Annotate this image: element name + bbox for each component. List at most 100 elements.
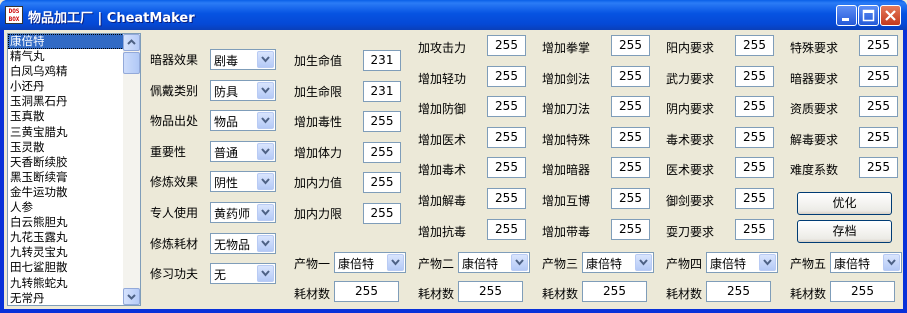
dropdown-arrow-icon: [887, 259, 896, 266]
list-item[interactable]: 人参: [8, 200, 124, 215]
scroll-up-button[interactable]: [123, 34, 140, 51]
col3-input-0[interactable]: 255: [487, 35, 526, 56]
dosbox-icon: DOS BOX: [5, 6, 23, 24]
list-item[interactable]: 小还丹: [8, 79, 124, 94]
list-item[interactable]: 精气丸: [8, 49, 124, 64]
col2-input-4[interactable]: 255: [363, 172, 401, 194]
list-item[interactable]: 白云熊胆丸: [8, 215, 124, 230]
col1-select-0-arrow[interactable]: [257, 51, 274, 68]
col6-input-3[interactable]: 255: [859, 126, 898, 148]
close-button[interactable]: [880, 5, 901, 26]
col6-input-2[interactable]: 255: [859, 96, 898, 118]
col4-input-4[interactable]: 255: [611, 157, 650, 179]
product-select-1-value: 康倍特: [462, 257, 499, 271]
col3-input-1[interactable]: 255: [487, 65, 526, 87]
col3-input-4[interactable]: 255: [487, 157, 526, 179]
list-item[interactable]: 三黄宝腊丸: [8, 125, 124, 140]
product-select-0-arrow[interactable]: [387, 254, 404, 271]
save-button[interactable]: 存档: [797, 220, 892, 243]
optimize-button[interactable]: 优化: [797, 192, 892, 215]
dropdown-arrow-icon: [261, 178, 270, 185]
list-item[interactable]: 白凤乌鸡精: [8, 64, 124, 79]
col5-input-0[interactable]: 255: [735, 35, 774, 56]
list-item[interactable]: 九转熊蛇丸: [8, 276, 124, 291]
col1-label-6: 修炼耗材: [150, 236, 199, 251]
product-select-4-arrow[interactable]: [883, 254, 900, 271]
col1-select-3-arrow[interactable]: [257, 142, 274, 160]
list-item[interactable]: 玉真散: [8, 109, 124, 124]
col5-input-3[interactable]: 255: [735, 126, 774, 148]
col1-select-4[interactable]: 阴性: [210, 171, 276, 193]
product-select-3-arrow[interactable]: [759, 254, 776, 271]
list-item[interactable]: 天香断续胶: [8, 155, 124, 170]
col4-input-2[interactable]: 255: [611, 96, 650, 118]
product-select-0[interactable]: 康倍特: [334, 252, 406, 273]
scroll-thumb[interactable]: [123, 52, 140, 74]
product-cost-input-3[interactable]: 255: [706, 281, 771, 302]
col1-select-4-arrow[interactable]: [257, 173, 274, 191]
col4-label-5: 增加互博: [542, 194, 591, 208]
col1-select-7[interactable]: 无: [210, 263, 276, 285]
col5-input-2[interactable]: 255: [735, 96, 774, 118]
col5-input-1[interactable]: 255: [735, 65, 774, 87]
product-cost-input-2[interactable]: 255: [582, 281, 647, 302]
product-select-3[interactable]: 康倍特: [706, 252, 778, 273]
col2-input-2[interactable]: 255: [363, 111, 401, 133]
col4-input-0[interactable]: 255: [611, 35, 650, 56]
product-cost-input-4[interactable]: 255: [830, 281, 895, 302]
col6-input-0[interactable]: 255: [859, 35, 898, 56]
col6-input-1[interactable]: 255: [859, 65, 898, 87]
col1-select-2[interactable]: 物品: [210, 110, 276, 132]
list-item[interactable]: 康倍特: [8, 34, 124, 50]
list-item[interactable]: 金牛运功散: [8, 185, 124, 200]
list-item[interactable]: 九转灵宝丸: [8, 245, 124, 260]
product-select-1[interactable]: 康倍特: [458, 252, 530, 273]
list-item[interactable]: 玉洞黑石丹: [8, 94, 124, 109]
col1-select-3[interactable]: 普通: [210, 140, 276, 162]
product-select-1-arrow[interactable]: [511, 254, 528, 271]
col1-select-1-arrow[interactable]: [257, 81, 274, 99]
minimize-button[interactable]: [836, 5, 857, 26]
product-select-4[interactable]: 康倍特: [830, 252, 902, 273]
col4-label-1: 增加剑法: [542, 71, 591, 86]
col5-input-5[interactable]: 255: [735, 188, 774, 209]
col3-input-6[interactable]: 255: [487, 218, 526, 240]
chevron-up-icon: [127, 39, 136, 45]
col2-input-0[interactable]: 231: [363, 50, 401, 71]
list-item[interactable]: 田七鲨胆散: [8, 260, 124, 275]
title-bar[interactable]: DOS BOX 物品加工厂 | CheatMaker: [0, 0, 907, 30]
col4-input-5[interactable]: 255: [611, 188, 650, 209]
col1-select-6-arrow[interactable]: [257, 234, 274, 252]
col5-input-4[interactable]: 255: [735, 157, 774, 179]
col5-input-6[interactable]: 255: [735, 218, 774, 240]
col4-input-1[interactable]: 255: [611, 65, 650, 87]
scroll-down-button[interactable]: [123, 288, 140, 305]
col4-input-3[interactable]: 255: [611, 126, 650, 148]
vertical-scrollbar[interactable]: [123, 34, 140, 305]
product-select-2-arrow[interactable]: [635, 254, 652, 271]
col1-select-1[interactable]: 防具: [210, 79, 276, 101]
col2-input-3[interactable]: 255: [363, 141, 401, 163]
list-item[interactable]: 玉灵散: [8, 140, 124, 155]
col3-input-3[interactable]: 255: [487, 126, 526, 148]
col1-select-7-arrow[interactable]: [257, 265, 274, 283]
product-select-2[interactable]: 康倍特: [582, 252, 654, 273]
col4-input-6[interactable]: 255: [611, 218, 650, 240]
col3-input-5[interactable]: 255: [487, 188, 526, 209]
col1-select-5-arrow[interactable]: [257, 204, 274, 221]
col3-input-2[interactable]: 255: [487, 96, 526, 118]
list-item[interactable]: 黑玉断续膏: [8, 170, 124, 185]
col2-input-1[interactable]: 231: [363, 80, 401, 102]
product-cost-input-0[interactable]: 255: [334, 281, 399, 302]
maximize-button[interactable]: [858, 5, 879, 26]
col1-select-6[interactable]: 无物品: [210, 232, 276, 254]
list-item[interactable]: 九花玉露丸: [8, 230, 124, 245]
col6-input-4[interactable]: 255: [859, 157, 898, 179]
col2-input-5[interactable]: 255: [363, 203, 401, 224]
col1-select-0[interactable]: 剧毒: [210, 49, 276, 70]
product-cost-input-1[interactable]: 255: [458, 281, 523, 302]
item-listbox[interactable]: 康倍特 精气丸 白凤乌鸡精 小还丹 玉洞黑石丹 玉真散 三黄宝腊丸 玉灵散 天香断续胶 黑玉断续膏…: [7, 33, 141, 306]
col1-select-5[interactable]: 黄药师: [210, 202, 276, 223]
col1-select-2-arrow[interactable]: [257, 112, 274, 130]
list-item[interactable]: 无常丹: [8, 291, 124, 305]
